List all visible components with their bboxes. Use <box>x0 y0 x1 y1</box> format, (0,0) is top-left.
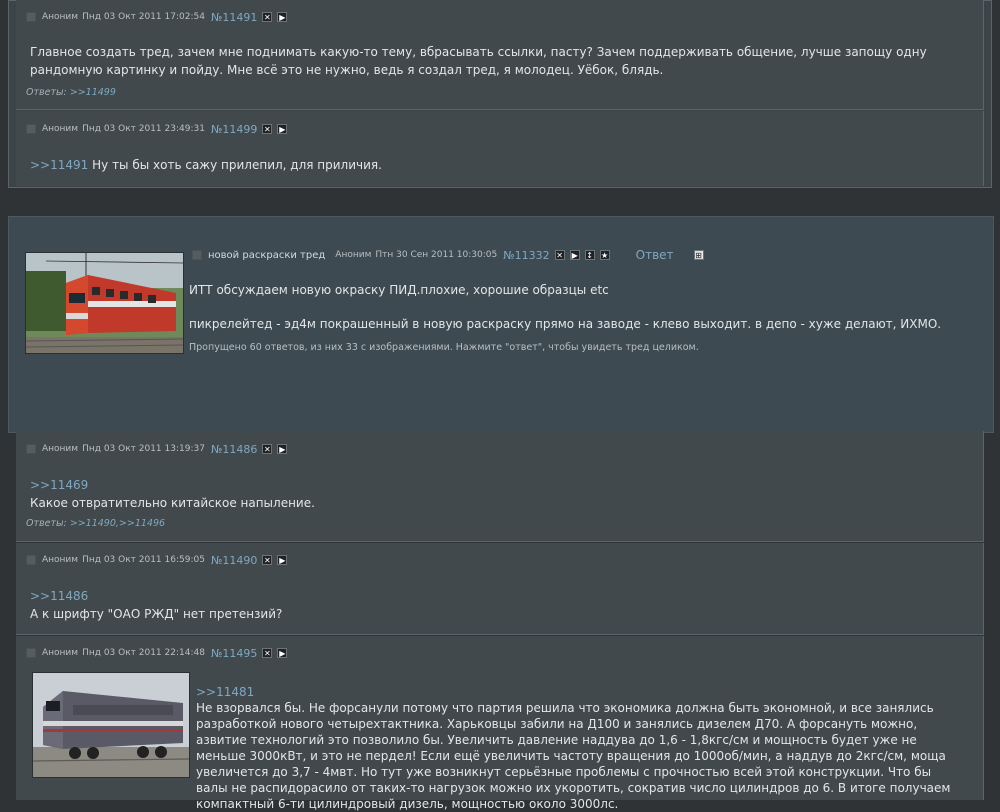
post-checkbox[interactable] <box>26 124 36 134</box>
reply-link[interactable]: Ответ <box>636 248 674 262</box>
answer-link[interactable]: >>11490,>>11496 <box>70 518 165 529</box>
post-number-link[interactable]: №11491 <box>211 11 257 24</box>
post-meta: Аноним Пнд 03 Окт 2011 22:14:48 №11495 ✕… <box>26 645 288 661</box>
reply-post: Аноним Пнд 03 Окт 2011 22:14:48 №11495 ✕… <box>16 636 984 811</box>
post-meta: Аноним Пнд 03 Окт 2011 17:02:54 №11491 ✕… <box>26 9 288 25</box>
post-meta: Аноним Пнд 03 Окт 2011 23:49:31 №11499 ✕… <box>26 121 288 137</box>
post-meta: Аноним Пнд 03 Окт 2011 16:59:05 №11490 ✕… <box>26 552 288 568</box>
delete-icon[interactable]: ✕ <box>554 250 565 260</box>
op-subject: новой раскраски тред <box>208 249 326 261</box>
quote-link[interactable]: >>11481 <box>196 684 966 700</box>
post-number-link[interactable]: №11499 <box>211 123 257 136</box>
expand-icon[interactable]: ↕ <box>584 250 595 260</box>
post-author: Аноним <box>42 12 79 22</box>
answers-label: Ответы: <box>26 518 67 529</box>
post-author: Аноним <box>42 444 79 454</box>
delete-icon[interactable]: ✕ <box>262 555 273 565</box>
post-message: Ну ты бы хоть сажу прилепил, для приличи… <box>92 158 382 172</box>
quote-link[interactable]: >>11486 <box>30 587 282 605</box>
post-author: Аноним <box>42 648 79 658</box>
post-number-link[interactable]: №11486 <box>211 443 257 456</box>
op-meta: новой раскраски тред Аноним Птн 30 Сен 2… <box>192 247 704 263</box>
quote-link[interactable]: >>11491 <box>30 158 88 172</box>
post-message: Не взорвался бы. Не форсанули потому что… <box>196 701 951 811</box>
post-date: Пнд 03 Окт 2011 22:14:48 <box>82 648 205 658</box>
post-text: >>11491 Ну ты бы хоть сажу прилепил, для… <box>30 156 382 174</box>
reply-arrow-icon[interactable]: ▶ <box>277 124 288 134</box>
post-image[interactable] <box>32 672 190 778</box>
reply-post: Аноним Пнд 03 Окт 2011 16:59:05 №11490 ✕… <box>16 543 984 635</box>
delete-icon[interactable]: ✕ <box>262 124 273 134</box>
reply-arrow-icon[interactable]: ▶ <box>569 250 580 260</box>
post-message: Какое отвратительно китайское напыление. <box>30 496 315 510</box>
post-text: Главное создать тред, зачем мне поднимат… <box>30 45 927 77</box>
op-date: Птн 30 Сен 2011 10:30:05 <box>375 250 498 260</box>
op-text-line: ИТТ обсуждаем новую окраску ПИД.плохие, … <box>189 283 609 297</box>
post-checkbox[interactable] <box>26 555 36 565</box>
reply-post: Аноним Пнд 03 Окт 2011 17:02:54 №11491 ✕… <box>16 0 984 110</box>
op-checkbox[interactable] <box>192 250 202 260</box>
omitted-notice: Пропущено 60 ответов, из них 33 с изобра… <box>189 342 699 353</box>
delete-icon[interactable]: ✕ <box>262 648 273 658</box>
answers-label: Ответы: <box>26 87 67 98</box>
post-message: А к шрифту "ОАО РЖД" нет претензий? <box>30 607 283 621</box>
post-number-link[interactable]: №11490 <box>211 554 257 567</box>
post-author: Аноним <box>42 124 79 134</box>
post-text: >>11469 Какое отвратительно китайское на… <box>30 476 315 512</box>
post-checkbox[interactable] <box>26 648 36 658</box>
quick-reply-icon[interactable]: ⊞ <box>693 250 704 260</box>
quote-link[interactable]: >>11469 <box>30 476 315 494</box>
delete-icon[interactable]: ✕ <box>262 12 273 22</box>
post-date: Пнд 03 Окт 2011 23:49:31 <box>82 124 205 134</box>
post-text: >>11486 А к шрифту "ОАО РЖД" нет претенз… <box>30 587 282 623</box>
reply-arrow-icon[interactable]: ▶ <box>277 555 288 565</box>
reply-arrow-icon[interactable]: ▶ <box>277 12 288 22</box>
post-answers: Ответы: >>11499 <box>26 87 116 98</box>
post-date: Пнд 03 Окт 2011 17:02:54 <box>82 12 205 22</box>
post-text: >>11481 Не взорвался бы. Не форсанули по… <box>196 684 966 812</box>
train-photo-red-icon <box>26 253 183 353</box>
train-photo-diesel-icon <box>33 673 189 777</box>
op-author: Аноним <box>335 250 372 260</box>
delete-icon[interactable]: ✕ <box>262 444 273 454</box>
post-author: Аноним <box>42 555 79 565</box>
star-icon[interactable]: ★ <box>599 250 610 260</box>
thread-op: новой раскраски тред Аноним Птн 30 Сен 2… <box>8 216 994 433</box>
post-meta: Аноним Пнд 03 Окт 2011 13:19:37 №11486 ✕… <box>26 441 288 457</box>
post-date: Пнд 03 Окт 2011 13:19:37 <box>82 444 205 454</box>
reply-arrow-icon[interactable]: ▶ <box>277 444 288 454</box>
reply-post: Аноним Пнд 03 Окт 2011 13:19:37 №11486 ✕… <box>16 431 984 542</box>
post-date: Пнд 03 Окт 2011 16:59:05 <box>82 555 205 565</box>
op-text-line: пикрелейтед - эд4м покрашенный в новую р… <box>189 317 942 331</box>
reply-post: Аноним Пнд 03 Окт 2011 23:49:31 №11499 ✕… <box>16 111 984 186</box>
post-checkbox[interactable] <box>26 12 36 22</box>
post-checkbox[interactable] <box>26 444 36 454</box>
op-number-link[interactable]: №11332 <box>503 249 549 262</box>
op-image[interactable] <box>25 252 184 354</box>
post-answers: Ответы: >>11490,>>11496 <box>26 518 165 529</box>
post-number-link[interactable]: №11495 <box>211 647 257 660</box>
answer-link[interactable]: >>11499 <box>70 87 116 98</box>
reply-arrow-icon[interactable]: ▶ <box>277 648 288 658</box>
